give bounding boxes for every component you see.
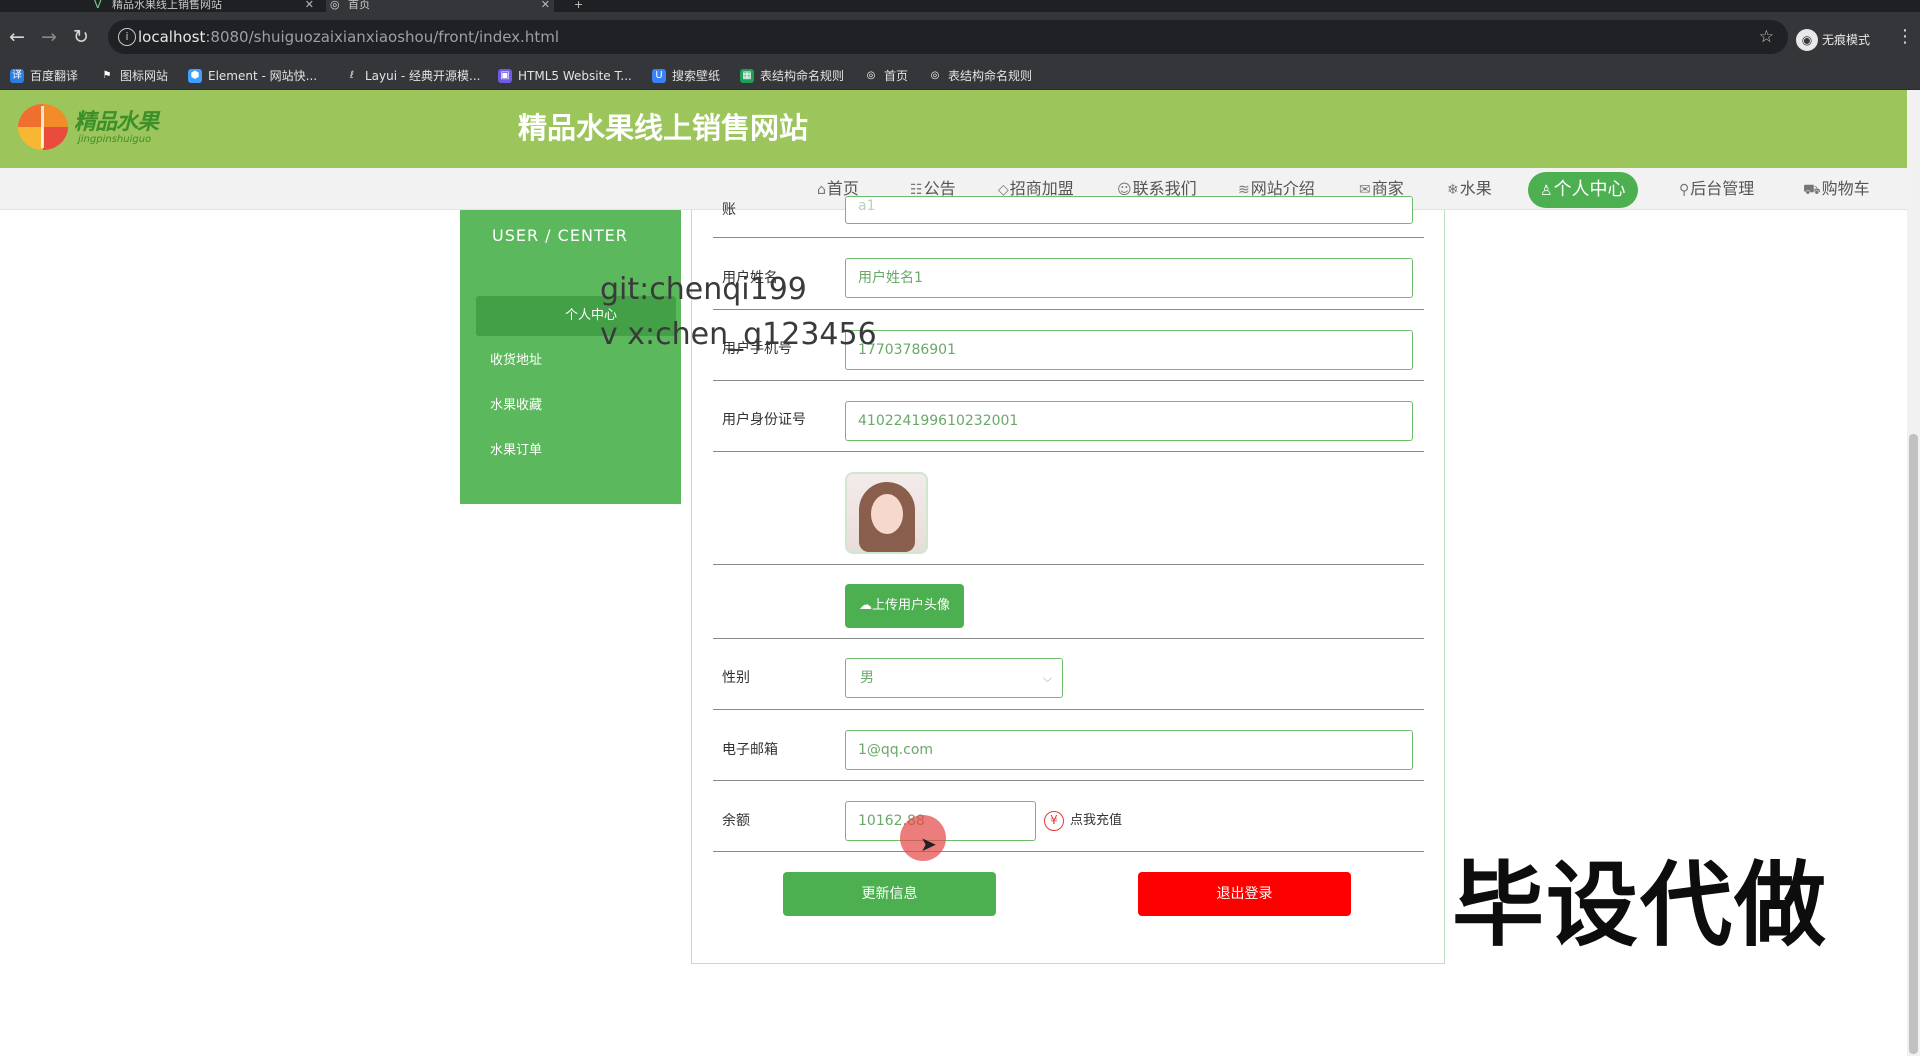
gender-select[interactable]: 男 ⌵ — [845, 658, 1063, 698]
close-tab-icon[interactable]: ✕ — [541, 0, 550, 10]
sidebar-heading: USER / CENTER — [492, 226, 628, 245]
home-icon: ⌂ — [817, 182, 826, 198]
browser-tabstrip: V 精品水果线上销售网站 ✕ ◎ 首页 ✕ + — [0, 0, 1920, 12]
tab-title: 精品水果线上销售网站 — [112, 0, 222, 11]
name-field[interactable]: 用户姓名1 — [845, 258, 1413, 298]
divider — [713, 709, 1424, 710]
mouse-cursor-icon: ➤ — [920, 832, 937, 856]
recharge-link[interactable]: ¥ 点我充值 — [1044, 810, 1122, 832]
watermark-git: git:chenqi199 — [600, 272, 807, 307]
idcard-label: 用户身份证号 — [722, 412, 806, 428]
nav-admin[interactable]: ⚲后台管理 — [1679, 168, 1754, 210]
sidebar-item-favorites[interactable]: 水果收藏 — [476, 386, 676, 426]
logout-button[interactable]: 退出登录 — [1138, 872, 1351, 916]
account-label: 账 — [722, 202, 736, 218]
account-field[interactable]: a1 — [845, 196, 1413, 224]
link-icon: ⚲ — [1679, 182, 1690, 198]
tab-title: 首页 — [348, 0, 370, 11]
bookmark-item[interactable]: U 搜索壁纸 — [652, 67, 720, 85]
nav-fruit[interactable]: ❄水果 — [1447, 168, 1492, 210]
site-info-icon[interactable]: i — [118, 28, 136, 46]
watermark-vx: v x:chen_q123456 — [600, 317, 877, 352]
divider — [713, 309, 1424, 310]
user-avatar — [845, 472, 928, 554]
layui-icon: ℓ — [349, 70, 355, 81]
bookmark-item[interactable]: ◎ 首页 — [864, 67, 908, 85]
divider — [713, 780, 1424, 781]
update-info-button[interactable]: 更新信息 — [783, 872, 996, 916]
cart-icon: ⛟ — [1803, 182, 1821, 198]
nav-personal-center[interactable]: ♙个人中心 — [1528, 172, 1638, 208]
bookmark-item[interactable]: ⚑ 图标网站 — [100, 67, 169, 85]
bookmark-item[interactable]: ⬢ Element - 网站快... — [188, 67, 317, 85]
reload-button[interactable]: ↻ — [70, 26, 92, 48]
translate-icon: 译 — [10, 69, 24, 83]
idcard-field[interactable]: 410224199610232001 — [845, 401, 1413, 441]
balance-label: 余额 — [722, 813, 750, 829]
bookmark-star-icon[interactable]: ☆ — [1759, 20, 1774, 54]
fruit-logo-icon — [18, 104, 68, 150]
divider — [713, 237, 1424, 238]
url-field[interactable]: i localhost:8080/shuiguozaixianxiaoshou/… — [108, 20, 1788, 54]
bookmark-item[interactable]: ◎ 表结构命名规则 — [928, 67, 1032, 85]
upload-avatar-button[interactable]: ☁上传用户头像 — [845, 584, 964, 628]
cloud-upload-icon: ☁ — [858, 598, 872, 613]
forward-button[interactable]: → — [38, 26, 60, 48]
new-tab-button[interactable]: + — [574, 0, 594, 12]
divider — [713, 451, 1424, 452]
phone-field[interactable]: 17703786901 — [845, 330, 1413, 370]
site-title: 精品水果线上销售网站 — [518, 111, 809, 145]
sheet-icon: ▦ — [740, 69, 754, 83]
divider — [713, 638, 1424, 639]
bookmarks-bar: 译百度翻译 ⚑ 图标网站 ⬢ Element - 网站快... ℓ Layui - 经… — [0, 62, 1920, 90]
browser-menu-icon[interactable]: ⋮ — [1896, 26, 1914, 48]
html5-icon: ▣ — [498, 69, 512, 83]
bookmark-item[interactable]: ℓ Layui - 经典开源模... — [345, 67, 481, 85]
divider — [713, 851, 1424, 852]
logo-subtext: jingpinshuiguo — [78, 134, 152, 145]
globe-favicon-icon: ◎ — [330, 0, 340, 11]
user-center-sidebar: USER / CENTER 个人中心 收货地址 水果收藏 水果订单 — [460, 210, 681, 504]
divider — [713, 380, 1424, 381]
gender-label: 性别 — [722, 670, 750, 686]
watermark-big: 毕设代做 — [1452, 852, 1829, 959]
logo-text: 精品水果 — [74, 109, 159, 135]
wallpaper-icon: U — [652, 69, 666, 83]
browser-tab-active[interactable]: ◎ 首页 ✕ — [326, 0, 554, 12]
site-logo[interactable]: 精品水果 jingpinshuiguo — [18, 98, 168, 158]
flag-icon: ⚑ — [102, 70, 112, 81]
bookmark-item[interactable]: ▦ 表结构命名规则 — [740, 67, 844, 85]
incognito-indicator[interactable]: ◉ 无痕模式 — [1796, 29, 1870, 51]
snowflake-icon: ❄ — [1447, 182, 1459, 198]
address-bar: ← → ↻ i localhost:8080/shuiguozaixianxia… — [0, 12, 1920, 62]
nav-cart[interactable]: ⛟购物车 — [1803, 168, 1870, 210]
scrollbar-thumb[interactable] — [1909, 434, 1918, 1054]
element-icon: ⬢ — [188, 69, 202, 83]
vue-favicon-icon: V — [94, 0, 102, 11]
browser-tab[interactable]: V 精品水果线上销售网站 ✕ — [90, 0, 318, 12]
yen-icon: ¥ — [1044, 811, 1064, 831]
url-text: localhost:8080/shuiguozaixianxiaoshou/fr… — [138, 28, 559, 46]
bookmark-item[interactable]: ▣ HTML5 Website T... — [498, 67, 632, 85]
incognito-icon: ◉ — [1796, 29, 1818, 51]
email-field[interactable]: 1@qq.com — [845, 730, 1413, 770]
email-label: 电子邮箱 — [722, 742, 778, 758]
globe-icon: ◎ — [930, 70, 940, 81]
bookmark-item[interactable]: 译百度翻译 — [10, 67, 78, 85]
close-tab-icon[interactable]: ✕ — [305, 0, 314, 10]
sidebar-item-orders[interactable]: 水果订单 — [476, 431, 676, 471]
back-button[interactable]: ← — [6, 26, 28, 48]
chevron-down-icon: ⌵ — [1042, 671, 1052, 685]
divider — [713, 564, 1424, 565]
user-icon: ♙ — [1540, 183, 1553, 199]
page-scrollbar[interactable] — [1907, 90, 1920, 1056]
site-header: 精品水果 jingpinshuiguo 精品水果线上销售网站 — [0, 90, 1907, 168]
globe-icon: ◎ — [866, 70, 876, 81]
